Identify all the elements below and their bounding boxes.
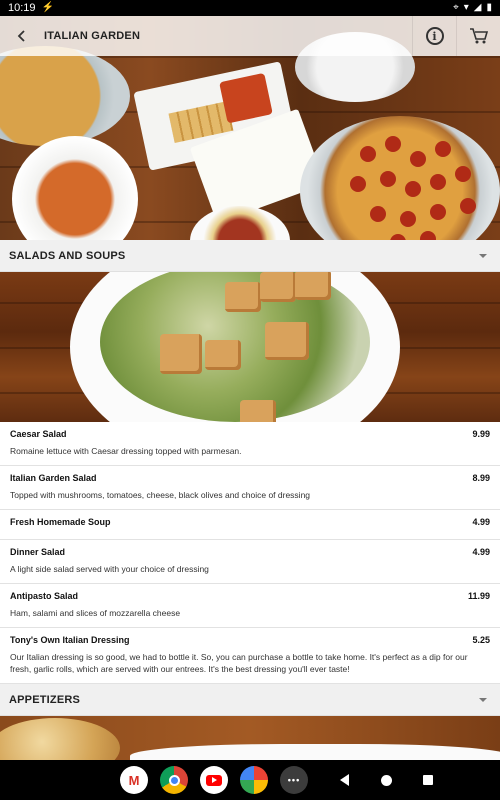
menu-item-price: 9.99 [472, 429, 490, 439]
chevron-down-icon [479, 253, 487, 258]
menu-item-name: Tony's Own Italian Dressing [10, 635, 130, 645]
menu-item-price: 4.99 [472, 517, 490, 527]
restaurant-title: ITALIAN GARDEN [44, 30, 141, 42]
navigation-bar: M ••• [0, 760, 500, 800]
photos-icon[interactable] [240, 766, 268, 794]
home-nav-button[interactable] [368, 766, 404, 794]
signal-icon: ◢ [473, 2, 482, 13]
info-button[interactable]: i [412, 16, 456, 56]
back-nav-button[interactable] [326, 766, 362, 794]
menu-item-name: Fresh Homemade Soup [10, 517, 111, 527]
usb-debug-icon: ⚡ [41, 2, 54, 13]
chevron-down-icon [479, 697, 487, 702]
youtube-icon[interactable] [200, 766, 228, 794]
battery-icon: ▮ [486, 2, 492, 13]
menu-item-description: Ham, salami and slices of mozzarella che… [10, 608, 181, 618]
appetizers-image [0, 716, 500, 760]
status-bar: 10:19 ⚡ ⌖ ▾ ◢ ▮ [0, 0, 500, 16]
salad-image [0, 272, 500, 422]
menu-item-name: Dinner Salad [10, 547, 66, 557]
cart-button[interactable] [456, 16, 500, 56]
back-button[interactable] [0, 16, 44, 56]
location-icon: ⌖ [453, 2, 459, 13]
section-header-appetizers[interactable]: APPETIZERS [0, 684, 500, 716]
menu-item-description: Topped with mushrooms, tomatoes, cheese,… [10, 490, 311, 500]
cart-icon [469, 28, 488, 44]
menu-item[interactable]: Antipasto Salad 11.99 Ham, salami and sl… [0, 584, 500, 628]
section-title: SALADS AND SOUPS [9, 249, 126, 262]
menu-item[interactable]: Dinner Salad 4.99 A light side salad ser… [0, 540, 500, 584]
menu-item-name: Antipasto Salad [10, 591, 79, 601]
menu-item-price: 8.99 [472, 473, 490, 483]
app-drawer-icon[interactable]: ••• [280, 766, 308, 794]
menu-item[interactable]: Fresh Homemade Soup 4.99 [0, 510, 500, 540]
menu-item-list: Caesar Salad 9.99 Romaine lettuce with C… [0, 422, 500, 684]
section-header-salads-and-soups[interactable]: SALADS AND SOUPS [0, 240, 500, 272]
info-icon: i [425, 27, 444, 45]
app-bar: ITALIAN GARDEN i [0, 16, 500, 56]
menu-item[interactable]: Caesar Salad 9.99 Romaine lettuce with C… [0, 422, 500, 466]
menu-item-price: 11.99 [467, 591, 490, 601]
status-icons: ⌖ ▾ ◢ ▮ [453, 3, 492, 13]
menu-item-description: Our Italian dressing is so good, we had … [10, 652, 468, 674]
arrow-back-icon [17, 30, 25, 42]
menu-item-description: A light side salad served with your choi… [10, 564, 209, 574]
status-time: 10:19 [8, 2, 36, 14]
menu-item-price: 4.99 [472, 547, 490, 557]
chrome-icon[interactable] [160, 766, 188, 794]
menu-item-name: Caesar Salad [10, 429, 67, 439]
menu-item[interactable]: Italian Garden Salad 8.99 Topped with mu… [0, 466, 500, 510]
menu-item[interactable]: Tony's Own Italian Dressing 5.25 Our Ita… [0, 628, 500, 684]
menu-item-price: 5.25 [472, 635, 490, 645]
section-title: APPETIZERS [9, 693, 81, 706]
recents-nav-button[interactable] [410, 766, 446, 794]
wifi-icon: ▾ [463, 2, 469, 13]
gmail-icon[interactable]: M [120, 766, 148, 794]
menu-item-description: Romaine lettuce with Caesar dressing top… [10, 446, 242, 456]
menu-item-name: Italian Garden Salad [10, 473, 97, 483]
